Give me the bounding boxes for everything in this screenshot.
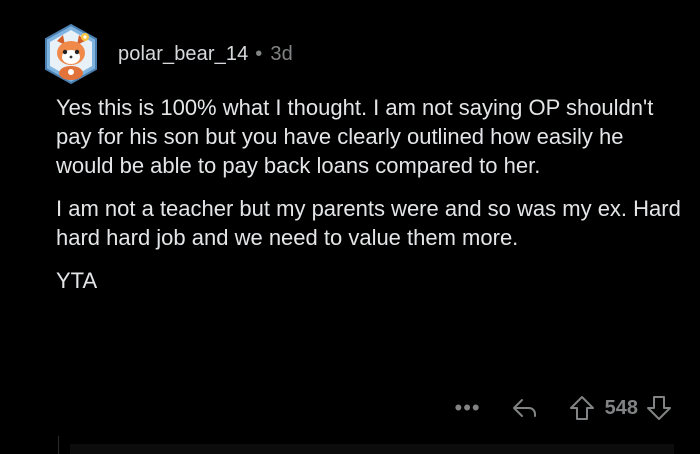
avatar[interactable] [40, 23, 102, 85]
more-options-button[interactable]: ••• [455, 397, 481, 419]
comment-paragraph: YTA [56, 268, 98, 293]
username[interactable]: polar_bear_14 [118, 43, 248, 66]
upvote-arrow-icon[interactable] [569, 395, 595, 421]
reply-arrow-icon[interactable] [511, 396, 539, 420]
downvote-arrow-icon[interactable] [646, 395, 672, 421]
comment-body: Yes this is 100% what I thought. I am no… [56, 93, 686, 309]
comment-age: 3d [270, 42, 293, 65]
comment-header: polar_bear_14 • 3d [40, 22, 293, 86]
child-comment-preview [70, 444, 674, 454]
comment-meta: polar_bear_14 • 3d [118, 43, 293, 66]
comment-paragraph: I am not a teacher but my parents were a… [56, 196, 681, 250]
vote-score: 548 [604, 396, 638, 419]
comment: polar_bear_14 • 3d Yes this is 100% what… [0, 0, 700, 454]
meta-separator: • [255, 42, 263, 65]
red-panda-avatar-icon [45, 23, 97, 85]
comment-actions: ••• 548 [455, 392, 672, 424]
comment-paragraph: Yes this is 100% what I thought. I am no… [56, 95, 654, 178]
